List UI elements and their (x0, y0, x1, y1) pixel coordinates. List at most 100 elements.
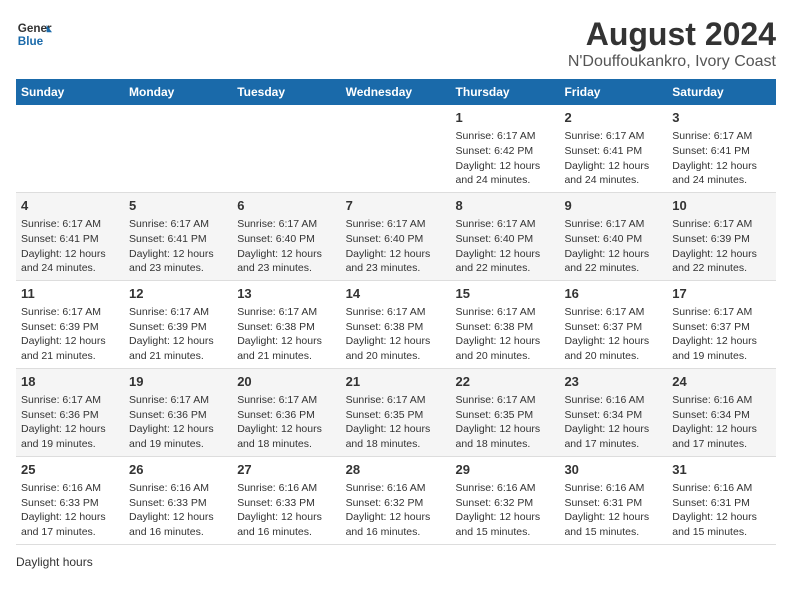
cell-info: Sunset: 6:31 PM (564, 496, 662, 511)
cell-info: Sunrise: 6:17 AM (129, 305, 227, 320)
cell-info: and 22 minutes. (672, 261, 771, 276)
cell-info: Daylight: 12 hours (456, 334, 555, 349)
cell-info: and 22 minutes. (564, 261, 662, 276)
cell-info: Daylight: 12 hours (237, 334, 335, 349)
calendar-table: SundayMondayTuesdayWednesdayThursdayFrid… (16, 79, 776, 545)
cell-info: Sunrise: 6:16 AM (129, 481, 227, 496)
cell-info: and 17 minutes. (564, 437, 662, 452)
cell-info: and 24 minutes. (456, 173, 555, 188)
cell-info: and 22 minutes. (456, 261, 555, 276)
calendar-footer: Daylight hours (16, 555, 776, 569)
calendar-subtitle: N'Douffoukankro, Ivory Coast (568, 53, 776, 71)
cell-info: and 21 minutes. (21, 349, 119, 364)
calendar-cell: 10Sunrise: 6:17 AMSunset: 6:39 PMDayligh… (667, 192, 776, 280)
calendar-cell: 28Sunrise: 6:16 AMSunset: 6:32 PMDayligh… (341, 456, 451, 544)
calendar-cell: 1Sunrise: 6:17 AMSunset: 6:42 PMDaylight… (451, 105, 560, 192)
cell-info: Daylight: 12 hours (564, 334, 662, 349)
cell-info: Sunrise: 6:17 AM (129, 393, 227, 408)
cell-info: Daylight: 12 hours (564, 247, 662, 262)
cell-info: Sunset: 6:37 PM (672, 320, 771, 335)
header-wednesday: Wednesday (341, 79, 451, 105)
daylight-label: Daylight hours (16, 555, 93, 569)
cell-info: Sunset: 6:39 PM (672, 232, 771, 247)
cell-info: Sunrise: 6:17 AM (346, 305, 446, 320)
cell-info: Sunrise: 6:17 AM (129, 217, 227, 232)
title-block: August 2024 N'Douffoukankro, Ivory Coast (568, 16, 776, 71)
cell-info: Daylight: 12 hours (672, 159, 771, 174)
day-number: 7 (346, 197, 446, 215)
cell-info: Sunset: 6:41 PM (672, 144, 771, 159)
cell-info: and 19 minutes. (129, 437, 227, 452)
cell-info: Sunrise: 6:16 AM (672, 393, 771, 408)
cell-info: Sunrise: 6:17 AM (21, 305, 119, 320)
day-number: 13 (237, 285, 335, 303)
cell-info: Sunset: 6:39 PM (21, 320, 119, 335)
cell-info: Daylight: 12 hours (237, 422, 335, 437)
cell-info: Daylight: 12 hours (456, 510, 555, 525)
cell-info: Daylight: 12 hours (672, 334, 771, 349)
cell-info: and 16 minutes. (237, 525, 335, 540)
calendar-cell: 4Sunrise: 6:17 AMSunset: 6:41 PMDaylight… (16, 192, 124, 280)
calendar-cell (124, 105, 232, 192)
header-saturday: Saturday (667, 79, 776, 105)
cell-info: and 21 minutes. (129, 349, 227, 364)
day-number: 15 (456, 285, 555, 303)
cell-info: Sunrise: 6:16 AM (564, 481, 662, 496)
header-friday: Friday (559, 79, 667, 105)
cell-info: Daylight: 12 hours (21, 510, 119, 525)
cell-info: Sunrise: 6:17 AM (456, 305, 555, 320)
calendar-cell: 7Sunrise: 6:17 AMSunset: 6:40 PMDaylight… (341, 192, 451, 280)
cell-info: Sunset: 6:40 PM (237, 232, 335, 247)
calendar-cell: 21Sunrise: 6:17 AMSunset: 6:35 PMDayligh… (341, 368, 451, 456)
cell-info: Sunset: 6:31 PM (672, 496, 771, 511)
cell-info: Daylight: 12 hours (346, 247, 446, 262)
cell-info: and 16 minutes. (346, 525, 446, 540)
calendar-cell: 11Sunrise: 6:17 AMSunset: 6:39 PMDayligh… (16, 280, 124, 368)
cell-info: and 23 minutes. (237, 261, 335, 276)
cell-info: Daylight: 12 hours (564, 510, 662, 525)
calendar-cell (341, 105, 451, 192)
cell-info: and 19 minutes. (21, 437, 119, 452)
week-row-1: 1Sunrise: 6:17 AMSunset: 6:42 PMDaylight… (16, 105, 776, 192)
week-row-3: 11Sunrise: 6:17 AMSunset: 6:39 PMDayligh… (16, 280, 776, 368)
calendar-cell: 17Sunrise: 6:17 AMSunset: 6:37 PMDayligh… (667, 280, 776, 368)
calendar-cell: 19Sunrise: 6:17 AMSunset: 6:36 PMDayligh… (124, 368, 232, 456)
cell-info: Sunrise: 6:17 AM (346, 217, 446, 232)
cell-info: Sunset: 6:33 PM (21, 496, 119, 511)
day-number: 23 (564, 373, 662, 391)
cell-info: Sunset: 6:33 PM (129, 496, 227, 511)
calendar-cell: 30 Sunrise: 6:16 AMSunset: 6:31 PMDayligh… (559, 456, 667, 544)
cell-info: Sunrise: 6:17 AM (672, 305, 771, 320)
day-number: 26 (129, 461, 227, 479)
cell-info: Sunrise: 6:16 AM (564, 393, 662, 408)
calendar-cell: 20Sunrise: 6:17 AMSunset: 6:36 PMDayligh… (232, 368, 340, 456)
cell-info: Sunset: 6:41 PM (564, 144, 662, 159)
calendar-cell: 18Sunrise: 6:17 AMSunset: 6:36 PMDayligh… (16, 368, 124, 456)
logo-icon: General Blue (16, 16, 52, 52)
calendar-cell: 15Sunrise: 6:17 AMSunset: 6:38 PMDayligh… (451, 280, 560, 368)
cell-info: Sunset: 6:32 PM (456, 496, 555, 511)
cell-info: Daylight: 12 hours (456, 247, 555, 262)
cell-info: Sunset: 6:35 PM (456, 408, 555, 423)
cell-info: Daylight: 12 hours (21, 247, 119, 262)
calendar-cell: 31Sunrise: 6:16 AMSunset: 6:31 PMDayligh… (667, 456, 776, 544)
cell-info: Daylight: 12 hours (456, 422, 555, 437)
day-number: 3 (672, 109, 771, 127)
cell-info: Sunset: 6:34 PM (564, 408, 662, 423)
cell-info: Daylight: 12 hours (237, 510, 335, 525)
day-number: 21 (346, 373, 446, 391)
page-header: General Blue General Blue August 2024 N'… (16, 16, 776, 71)
cell-info: Sunrise: 6:17 AM (564, 129, 662, 144)
calendar-cell: 6Sunrise: 6:17 AMSunset: 6:40 PMDaylight… (232, 192, 340, 280)
day-number: 22 (456, 373, 555, 391)
day-number: 14 (346, 285, 446, 303)
cell-info: and 24 minutes. (21, 261, 119, 276)
day-number: 30 (564, 461, 662, 479)
day-number: 29 (456, 461, 555, 479)
day-number: 18 (21, 373, 119, 391)
calendar-cell: 13Sunrise: 6:17 AMSunset: 6:38 PMDayligh… (232, 280, 340, 368)
cell-info: and 24 minutes. (672, 173, 771, 188)
calendar-cell: 2Sunrise: 6:17 AMSunset: 6:41 PMDaylight… (559, 105, 667, 192)
day-number: 24 (672, 373, 771, 391)
day-number: 27 (237, 461, 335, 479)
